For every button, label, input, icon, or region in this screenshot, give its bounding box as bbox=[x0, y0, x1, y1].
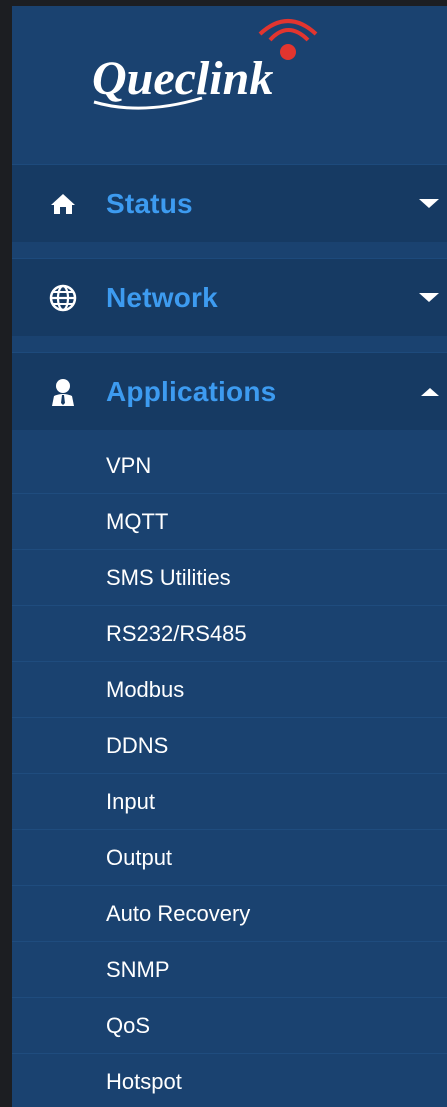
submenu-item-qos[interactable]: QoS bbox=[12, 998, 447, 1054]
sidebar: Queclink Status Network Applications VPN… bbox=[12, 6, 447, 1107]
chevron-down-icon bbox=[419, 293, 439, 302]
submenu-item-hotspot[interactable]: Hotspot bbox=[12, 1054, 447, 1107]
menu-status[interactable]: Status bbox=[12, 164, 447, 242]
logo-text: Queclink bbox=[92, 52, 273, 105]
submenu-item-auto-recovery[interactable]: Auto Recovery bbox=[12, 886, 447, 942]
menu-applications[interactable]: Applications bbox=[12, 352, 447, 430]
submenu-item-rs232-rs485[interactable]: RS232/RS485 bbox=[12, 606, 447, 662]
queclink-logo[interactable]: Queclink bbox=[82, 12, 372, 122]
menu-status-label: Status bbox=[106, 187, 193, 219]
menu-applications-label: Applications bbox=[106, 375, 277, 407]
submenu-item-modbus[interactable]: Modbus bbox=[12, 662, 447, 718]
user-icon bbox=[46, 375, 80, 409]
submenu-item-sms-utilities[interactable]: SMS Utilities bbox=[12, 550, 447, 606]
logo-area: Queclink bbox=[12, 6, 447, 164]
page-frame: Queclink Status Network Applications VPN… bbox=[0, 0, 447, 1107]
submenu-item-vpn[interactable]: VPN bbox=[12, 438, 447, 494]
home-icon bbox=[46, 187, 80, 221]
menu-network[interactable]: Network bbox=[12, 258, 447, 336]
menu-network-label: Network bbox=[106, 281, 218, 313]
submenu-item-ddns[interactable]: DDNS bbox=[12, 718, 447, 774]
chevron-up-icon bbox=[421, 387, 439, 396]
submenu-item-output[interactable]: Output bbox=[12, 830, 447, 886]
applications-submenu: VPN MQTT SMS Utilities RS232/RS485 Modbu… bbox=[12, 438, 447, 1107]
chevron-down-icon bbox=[419, 199, 439, 208]
globe-icon bbox=[46, 281, 80, 315]
submenu-item-input[interactable]: Input bbox=[12, 774, 447, 830]
submenu-item-snmp[interactable]: SNMP bbox=[12, 942, 447, 998]
submenu-item-mqtt[interactable]: MQTT bbox=[12, 494, 447, 550]
